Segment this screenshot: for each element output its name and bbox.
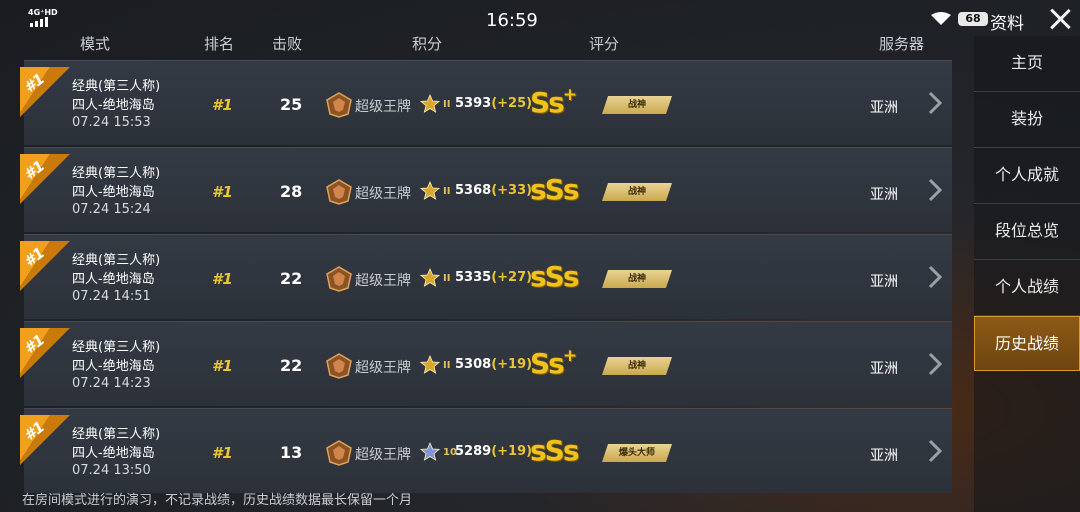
sidebar-item[interactable]: 个人战绩	[974, 260, 1080, 316]
server-label: 亚洲	[870, 100, 898, 116]
chevron-right-icon[interactable]	[928, 178, 943, 202]
tier-name: 超级王牌	[355, 186, 411, 202]
match-history-list: #1 经典(第三人称) 四人-绝地海岛 07.24 15:53 #1 25 超级…	[20, 60, 952, 495]
tier-name: 超级王牌	[355, 99, 411, 115]
status-bar: 4G⁺HD 16:59 68	[0, 0, 1080, 40]
rank-value: #1	[212, 96, 233, 114]
tier-name: 超级王牌	[355, 273, 411, 289]
grade-rating: sSs	[530, 173, 579, 206]
battery-indicator: 68	[958, 12, 988, 26]
grade-rating: sSs	[530, 260, 579, 293]
title-plate: 战神	[602, 183, 672, 201]
star-icon	[419, 354, 441, 375]
clock: 16:59	[486, 10, 538, 31]
title-plate: 战神	[602, 270, 672, 288]
score-value: 5393(+25)	[455, 96, 533, 111]
server-label: 亚洲	[870, 448, 898, 464]
score-value: 5308(+19)	[455, 357, 533, 372]
sidebar-item[interactable]: 主页	[974, 36, 1080, 92]
grade-rating: Ss+	[530, 85, 577, 119]
rank-value: #1	[212, 183, 233, 201]
rank-value: #1	[212, 270, 233, 288]
chicken-dinner-badge: #1	[20, 67, 78, 117]
match-time: 07.24 14:51	[72, 289, 151, 304]
mode-label: 经典(第三人称)	[72, 253, 161, 268]
star-icon	[419, 441, 441, 462]
score-value: 5289(+19)	[455, 444, 533, 459]
chicken-dinner-badge: #1	[20, 241, 78, 291]
match-time: 07.24 15:53	[72, 115, 151, 130]
sub-level: II	[443, 273, 451, 284]
ace-tier-icon	[326, 440, 352, 466]
chevron-right-icon[interactable]	[928, 265, 943, 289]
mode-label: 经典(第三人称)	[72, 166, 161, 181]
signal-icon	[30, 17, 48, 27]
server-label: 亚洲	[870, 187, 898, 203]
match-row[interactable]: #1 经典(第三人称) 四人-绝地海岛 07.24 13:50 #1 13 超级…	[20, 408, 952, 493]
sidebar-item[interactable]: 装扮	[974, 92, 1080, 148]
chevron-right-icon[interactable]	[928, 439, 943, 463]
score-value: 5368(+33)	[455, 183, 533, 198]
chicken-dinner-badge: #1	[20, 154, 78, 204]
wifi-icon	[930, 12, 952, 30]
match-row[interactable]: #1 经典(第三人称) 四人-绝地海岛 07.24 14:51 #1 22 超级…	[20, 234, 952, 319]
map-label: 四人-绝地海岛	[72, 98, 155, 113]
rank-value: #1	[212, 444, 233, 462]
sidebar: 主页 装扮 个人成就 段位总览 个人战绩 历史战绩	[974, 36, 1080, 512]
network-indicator: 4G⁺HD	[28, 8, 58, 17]
match-time: 07.24 15:24	[72, 202, 151, 217]
sub-level: II	[443, 186, 451, 197]
sidebar-item[interactable]: 个人成就	[974, 148, 1080, 204]
score-value: 5335(+27)	[455, 270, 533, 285]
chevron-right-icon[interactable]	[928, 352, 943, 376]
kills-value: 28	[280, 182, 303, 201]
ace-tier-icon	[326, 92, 352, 118]
match-time: 07.24 13:50	[72, 463, 151, 478]
server-label: 亚洲	[870, 274, 898, 290]
map-label: 四人-绝地海岛	[72, 446, 155, 461]
sidebar-item[interactable]: 历史战绩	[974, 316, 1080, 371]
map-label: 四人-绝地海岛	[72, 359, 155, 374]
tier-name: 超级王牌	[355, 447, 411, 463]
grade-rating: Ss+	[530, 346, 577, 380]
sidebar-item[interactable]: 段位总览	[974, 204, 1080, 260]
title-plate: 爆头大师	[602, 444, 672, 462]
match-time: 07.24 14:23	[72, 376, 151, 391]
mode-label: 经典(第三人称)	[72, 79, 161, 94]
star-icon	[419, 180, 441, 201]
ace-tier-icon	[326, 266, 352, 292]
grade-rating: sSs	[530, 434, 579, 467]
match-row[interactable]: #1 经典(第三人称) 四人-绝地海岛 07.24 14:23 #1 22 超级…	[20, 321, 952, 406]
match-row[interactable]: #1 经典(第三人称) 四人-绝地海岛 07.24 15:53 #1 25 超级…	[20, 60, 952, 145]
chicken-dinner-badge: #1	[20, 415, 78, 465]
star-icon	[419, 267, 441, 288]
match-row[interactable]: #1 经典(第三人称) 四人-绝地海岛 07.24 15:24 #1 28 超级…	[20, 147, 952, 232]
map-label: 四人-绝地海岛	[72, 185, 155, 200]
kills-value: 22	[280, 269, 303, 288]
kills-value: 25	[280, 95, 303, 114]
ace-tier-icon	[326, 353, 352, 379]
mode-label: 经典(第三人称)	[72, 427, 161, 442]
rank-value: #1	[212, 357, 233, 375]
server-label: 亚洲	[870, 361, 898, 377]
star-icon	[419, 93, 441, 114]
footnote: 在房间模式进行的演习，不记录战绩，历史战绩数据最长保留一个月	[22, 493, 413, 508]
ace-tier-icon	[326, 179, 352, 205]
sub-level: II	[443, 360, 451, 371]
sub-level: II	[443, 99, 451, 110]
tier-name: 超级王牌	[355, 360, 411, 376]
kills-value: 22	[280, 356, 303, 375]
map-label: 四人-绝地海岛	[72, 272, 155, 287]
title-plate: 战神	[602, 357, 672, 375]
chicken-dinner-badge: #1	[20, 328, 78, 378]
mode-label: 经典(第三人称)	[72, 340, 161, 355]
kills-value: 13	[280, 443, 303, 462]
title-plate: 战神	[602, 96, 672, 114]
chevron-right-icon[interactable]	[928, 91, 943, 115]
